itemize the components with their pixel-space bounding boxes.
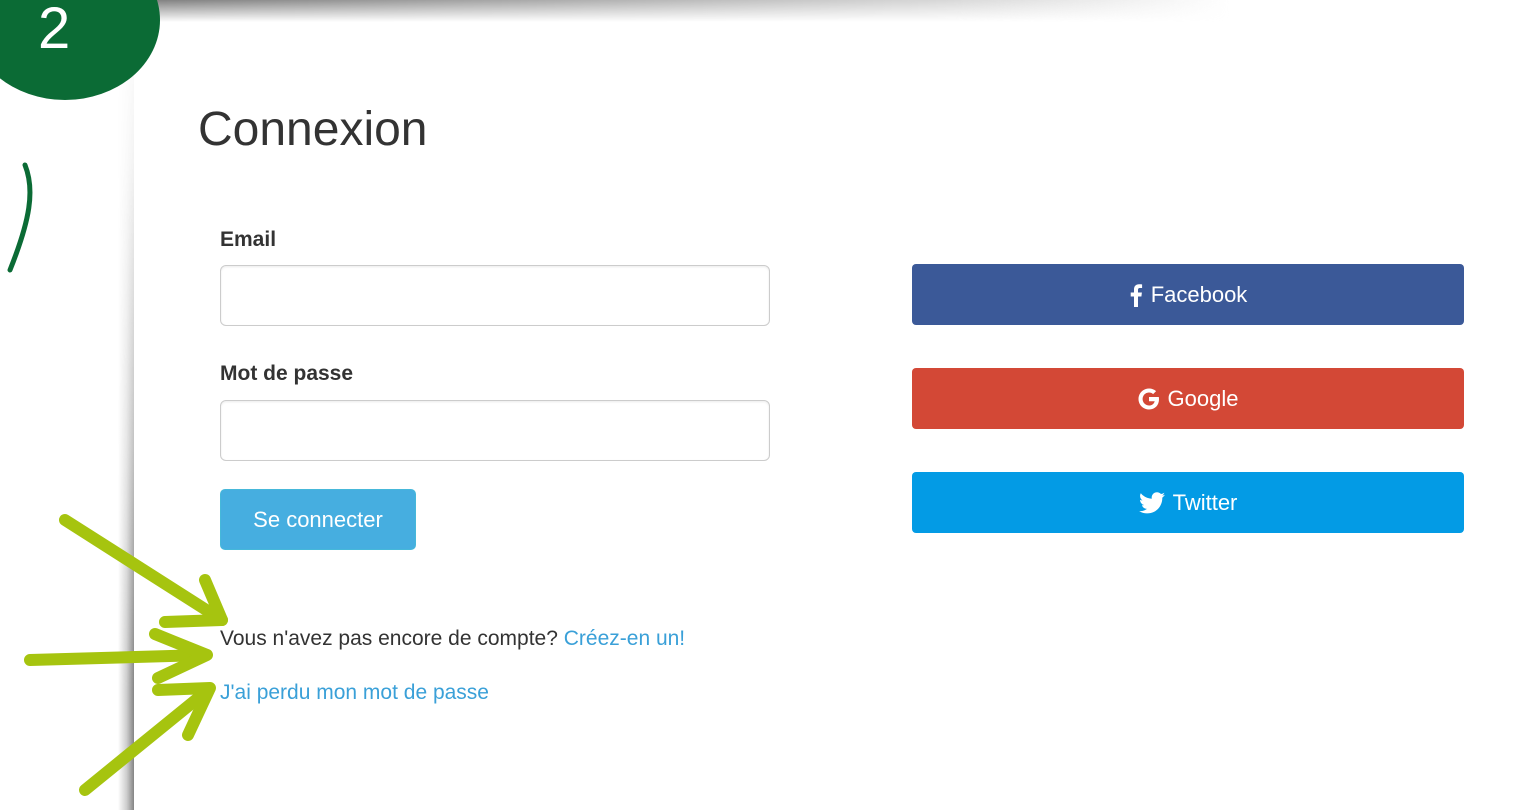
signup-prompt-line: Vous n'avez pas encore de compte? Créez-… [220,626,685,652]
twitter-icon [1138,490,1165,516]
forgot-password-link[interactable]: J'ai perdu mon mot de passe [220,680,489,706]
google-button-label: Google [1167,385,1239,411]
signup-prompt-text: Vous n'avez pas encore de compte? [220,627,558,650]
screenshot-top-shadow [130,0,1230,22]
page-title: Connexion [198,103,428,156]
google-login-button[interactable]: Google [912,368,1464,429]
decorative-stroke [7,162,33,273]
step-number: 2 [38,0,71,61]
create-account-link[interactable]: Créez-en un! [564,627,685,650]
email-field[interactable] [220,265,770,326]
twitter-button-label: Twitter [1172,489,1238,515]
screenshot-left-shadow [118,0,134,810]
password-field[interactable] [220,400,770,461]
password-label: Mot de passe [220,362,354,385]
facebook-button-label: Facebook [1150,281,1248,307]
google-icon [1138,386,1160,412]
facebook-login-button[interactable]: Facebook [912,264,1464,325]
email-label: Email [220,228,277,251]
login-button[interactable]: Se connecter [220,489,416,550]
twitter-login-button[interactable]: Twitter [912,472,1464,533]
facebook-icon [1129,282,1143,308]
